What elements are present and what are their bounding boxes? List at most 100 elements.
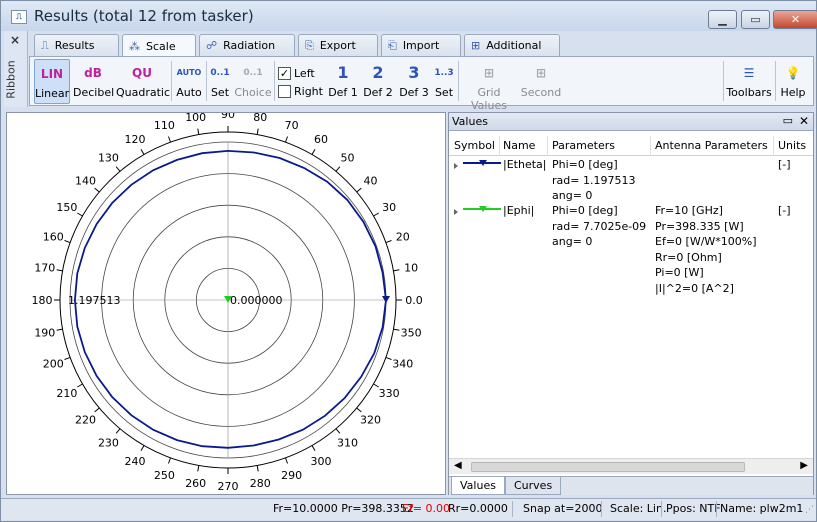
grid-values-button[interactable]: ⊞ Grid Values xyxy=(461,59,517,112)
linear-button[interactable]: LIN Linear xyxy=(34,59,70,104)
right-checkbox[interactable]: Right xyxy=(278,83,323,99)
angle-label: 250 xyxy=(154,469,175,482)
param-line: ang= 0 xyxy=(552,189,593,202)
angle-tick xyxy=(56,328,63,331)
quadratic-button[interactable]: QU Quadratic xyxy=(116,59,170,104)
ribbon-separator xyxy=(723,61,724,101)
toolbars-icon: ☰ xyxy=(743,66,755,80)
tab-import[interactable]: ⎗ Import xyxy=(381,34,461,56)
polar-plot[interactable]: 0.0 10 20 30 40 50 60 70 80 90 100 110 120 130140 150 1… xyxy=(7,108,445,494)
angle-tick xyxy=(94,187,100,193)
window-title: Results (total 12 from tasker) xyxy=(34,7,254,25)
help-button[interactable]: 💡 Help xyxy=(778,59,808,104)
maximize-button[interactable]: ▭ xyxy=(741,10,770,29)
angle-tick xyxy=(168,136,172,143)
tab-additional[interactable]: ⊞ Additional xyxy=(464,34,560,56)
column-symbol[interactable]: Symbol xyxy=(454,139,495,152)
angle-tick xyxy=(256,465,259,472)
angle-tick xyxy=(140,149,145,155)
ribbon-toolbar: LIN Linear dB Decibel QU Quadratic AUTO … xyxy=(29,56,814,112)
tab-values[interactable]: Values xyxy=(451,477,505,495)
minimize-button[interactable]: ▁ xyxy=(708,10,737,29)
scroll-right-icon[interactable]: ▶ xyxy=(800,460,808,471)
angle-label: 180 xyxy=(32,294,53,307)
ribbon-separator xyxy=(206,61,207,101)
polar-plot-panel[interactable]: 0.0 10 20 30 40 50 60 70 80 90 100 110 120 130 140 150 1… xyxy=(6,108,446,495)
export-icon: ⎘ xyxy=(305,38,314,52)
left-check-icon: ✓ xyxy=(278,66,291,80)
float-window-icon[interactable]: ▭ xyxy=(783,114,793,127)
tab-results[interactable]: ⎍ Results xyxy=(34,34,119,56)
angle-tick xyxy=(197,128,200,135)
scroll-left-icon[interactable]: ◀ xyxy=(454,460,462,471)
angle-tick xyxy=(140,445,145,451)
app-icon: ⎍ xyxy=(11,10,27,24)
close-panel-icon[interactable]: ✕ xyxy=(799,114,809,128)
angle-label: 270 xyxy=(218,480,239,493)
close-button[interactable]: ✕ xyxy=(773,10,817,29)
row-name: |Etheta| xyxy=(503,158,547,171)
tab-scale[interactable]: ⁂ Scale xyxy=(122,34,196,57)
second-button[interactable]: ⊞ Second xyxy=(520,59,562,104)
angle-tick xyxy=(373,212,379,217)
horizontal-scrollbar[interactable]: ◀ ▶ xyxy=(449,458,813,474)
angle-label: 310 xyxy=(337,436,358,449)
angle-tick xyxy=(256,128,259,135)
scrollbar-thumb[interactable] xyxy=(471,462,745,472)
choice-button[interactable]: 0..1 Choice xyxy=(234,59,272,104)
tab-export[interactable]: ⎘ Export xyxy=(298,34,378,56)
angle-label: 0.0 xyxy=(405,294,423,307)
angle-label: 10 xyxy=(404,262,418,275)
auto-button[interactable]: AUTO Auto xyxy=(174,59,204,104)
angle-label: 350 xyxy=(401,326,422,339)
left-checkbox[interactable]: ✓ Left xyxy=(278,65,315,81)
angle-label: 40 xyxy=(363,174,377,187)
def2-icon: 2 xyxy=(372,63,384,82)
scale-icon: ⁂ xyxy=(129,39,140,53)
column-antenna-parameters[interactable]: Antenna Parameters xyxy=(655,139,768,152)
column-name[interactable]: Name xyxy=(503,139,535,152)
column-units[interactable]: Units xyxy=(778,139,806,152)
column-separator xyxy=(650,136,651,156)
antenna-param-line: Rr=0 [Ohm] xyxy=(655,250,722,264)
angle-label: 90 xyxy=(221,113,235,121)
angle-label: 60 xyxy=(314,133,328,146)
param-line: Phi=0 [deg] xyxy=(552,158,618,171)
angle-tick xyxy=(284,457,288,464)
set-range-icon: 0..1 xyxy=(210,68,230,78)
set-range-button[interactable]: 0..1 Set xyxy=(208,59,232,104)
resize-grip-icon[interactable]: ⋰ xyxy=(805,505,814,515)
angle-label: 330 xyxy=(379,387,400,400)
angle-label: 140 xyxy=(75,174,96,187)
def2-button[interactable]: 2 Def 2 xyxy=(361,59,395,104)
angle-label: 320 xyxy=(360,414,381,427)
angle-tick xyxy=(311,149,316,155)
decibel-icon: dB xyxy=(84,66,102,80)
title-bar[interactable]: ⎍ Results (total 12 from tasker) ▁ ▭ ✕ xyxy=(1,1,817,31)
status-scale: Scale: Lin. xyxy=(610,502,667,515)
status-ppos: Ppos: NTF xyxy=(666,502,721,515)
tab-curves[interactable]: Curves xyxy=(505,477,562,495)
row-units: [-] xyxy=(778,158,791,171)
antenna-param-line: |I|^2=0 [A^2] xyxy=(655,281,734,295)
ribbon-separator xyxy=(274,61,275,101)
status-fr-pr: Fr=10.0000 Pr=398.3352 xyxy=(273,502,414,515)
column-parameters[interactable]: Parameters xyxy=(552,139,615,152)
additional-icon: ⊞ xyxy=(471,39,481,52)
ribbon-close-icon[interactable]: × xyxy=(10,33,20,47)
etheta-symbol-icon xyxy=(454,160,501,169)
def3-button[interactable]: 3 Def 3 xyxy=(397,59,431,104)
angle-tick xyxy=(64,356,71,360)
angle-label: 160 xyxy=(43,230,64,243)
tab-radiation[interactable]: ☍ Radiation xyxy=(199,34,295,56)
angle-label: 280 xyxy=(250,477,271,490)
angle-label: 340 xyxy=(392,358,413,371)
set-def-button[interactable]: 1..3 Set xyxy=(432,59,456,104)
values-columns: Symbol Name Parameters Antenna Parameter… xyxy=(449,136,813,156)
def1-button[interactable]: 1 Def 1 xyxy=(327,59,359,104)
ribbon-side-strip: × Ribbon xyxy=(4,31,28,107)
toolbars-button[interactable]: ☰ Toolbars xyxy=(726,59,772,104)
help-bulb-icon: 💡 xyxy=(785,66,801,80)
status-separator xyxy=(661,501,662,517)
decibel-button[interactable]: dB Decibel xyxy=(73,59,114,104)
